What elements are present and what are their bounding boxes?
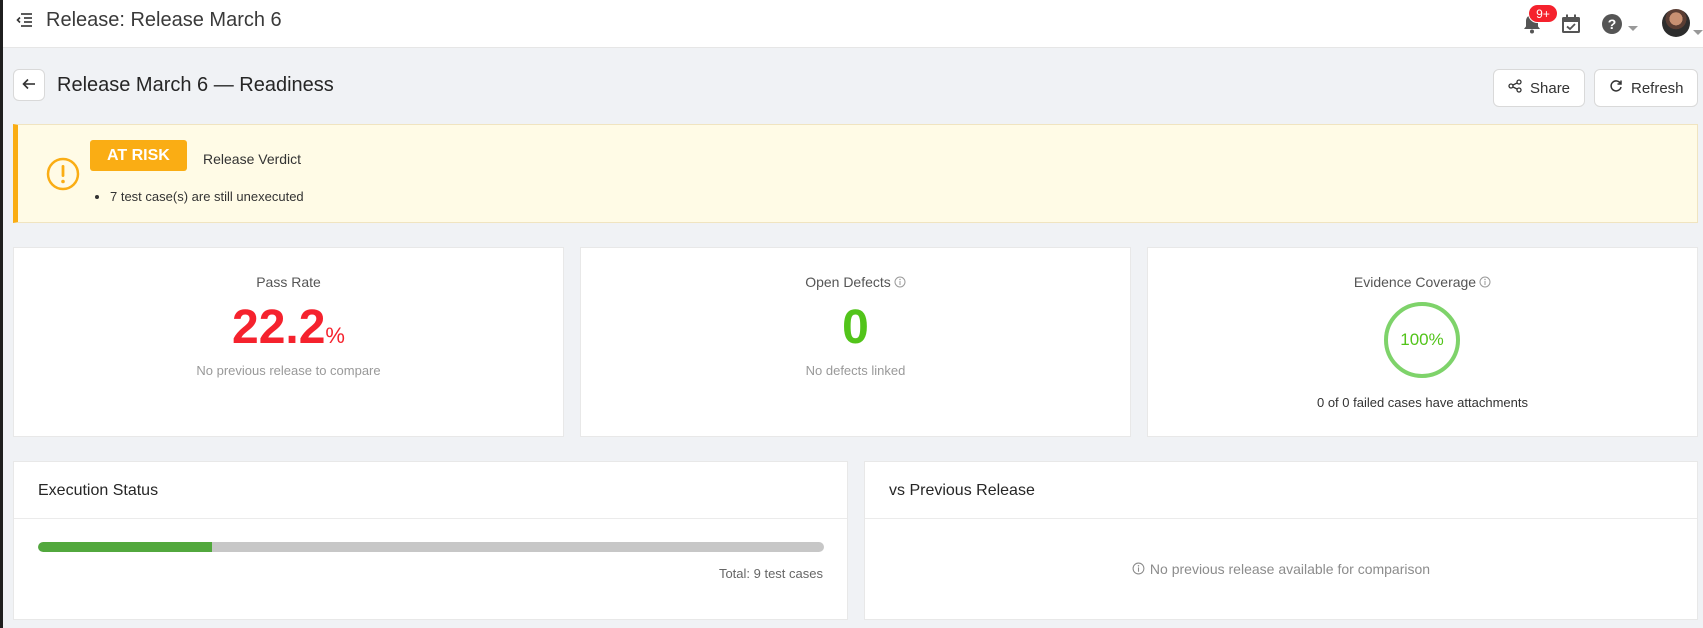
svg-text:?: ?: [1608, 16, 1617, 32]
reload-icon: [1609, 79, 1623, 97]
help-icon[interactable]: ?: [1601, 13, 1623, 35]
open-defects-title: Open Defects: [805, 274, 891, 290]
notification-badge: 9+: [1528, 4, 1558, 23]
calendar-check-icon[interactable]: [1560, 13, 1582, 35]
evidence-value: 100%: [1400, 330, 1444, 349]
verdict-status-tag: AT RISK: [90, 140, 187, 171]
pass-rate-card: Pass Rate 22.2% No previous release to c…: [13, 247, 564, 437]
previous-release-empty: No previous release available for compar…: [865, 561, 1697, 578]
menu-fold-icon[interactable]: [15, 10, 35, 30]
open-defects-value: 0: [842, 301, 869, 354]
previous-release-panel: vs Previous Release No previous release …: [864, 461, 1698, 620]
pass-rate-title: Pass Rate: [256, 274, 321, 290]
evidence-title: Evidence Coverage: [1353, 274, 1477, 290]
previous-release-empty-text: No previous release available for compar…: [1149, 561, 1431, 577]
back-button[interactable]: [13, 69, 45, 101]
open-defects-card: Open Defects 0 No defects linked: [580, 247, 1131, 437]
exclamation-circle-icon: [45, 156, 81, 192]
verdict-reason-item: 7 test case(s) are still unexecuted: [110, 189, 304, 204]
share-label: Share: [1530, 79, 1571, 97]
share-icon: [1508, 79, 1522, 97]
user-avatar[interactable]: [1662, 9, 1690, 37]
info-circle-icon[interactable]: [1479, 275, 1491, 291]
verdict-reasons: 7 test case(s) are still unexecuted: [110, 189, 304, 204]
pass-rate-value-wrap: 22.2%: [14, 300, 563, 355]
pass-rate-value: 22.2: [232, 301, 326, 354]
refresh-label: Refresh: [1631, 79, 1684, 97]
open-defects-subtitle: No defects linked: [805, 363, 906, 378]
verdict-label: Release Verdict: [203, 151, 302, 167]
share-button[interactable]: Share: [1493, 69, 1585, 107]
app-title: Release: Release March 6: [46, 9, 282, 31]
page-title: Release March 6 — Readiness: [57, 74, 334, 96]
help-caret-down-icon[interactable]: [1627, 20, 1639, 31]
execution-status-panel: Execution Status Total: 9 test cases: [13, 461, 848, 620]
execution-progress-passed: [38, 542, 213, 552]
evidence-coverage-card: Evidence Coverage 100% 0 of 0 failed cas…: [1147, 247, 1698, 437]
pass-rate-unit: %: [325, 323, 345, 348]
evidence-title-wrap: Evidence Coverage: [1148, 274, 1697, 291]
pass-rate-subtitle: No previous release to compare: [196, 363, 381, 378]
execution-progress-bar: [38, 542, 824, 552]
execution-total: Total: 9 test cases: [718, 566, 823, 581]
info-circle-icon: [1132, 562, 1145, 578]
avatar-caret-down-icon[interactable]: [1692, 24, 1703, 35]
release-verdict-banner: AT RISK Release Verdict 7 test case(s) a…: [13, 124, 1698, 223]
top-bar: Release: Release March 6 9+ ?: [3, 0, 1703, 48]
evidence-subtitle: 0 of 0 failed cases have attachments: [1316, 395, 1528, 410]
previous-release-title: vs Previous Release: [865, 462, 1697, 519]
info-circle-icon[interactable]: [894, 275, 906, 291]
refresh-button[interactable]: Refresh: [1594, 69, 1698, 107]
execution-status-title: Execution Status: [14, 462, 847, 519]
arrow-left-icon: [21, 76, 37, 95]
window-edge: [0, 0, 3, 628]
open-defects-title-wrap: Open Defects: [581, 274, 1130, 291]
